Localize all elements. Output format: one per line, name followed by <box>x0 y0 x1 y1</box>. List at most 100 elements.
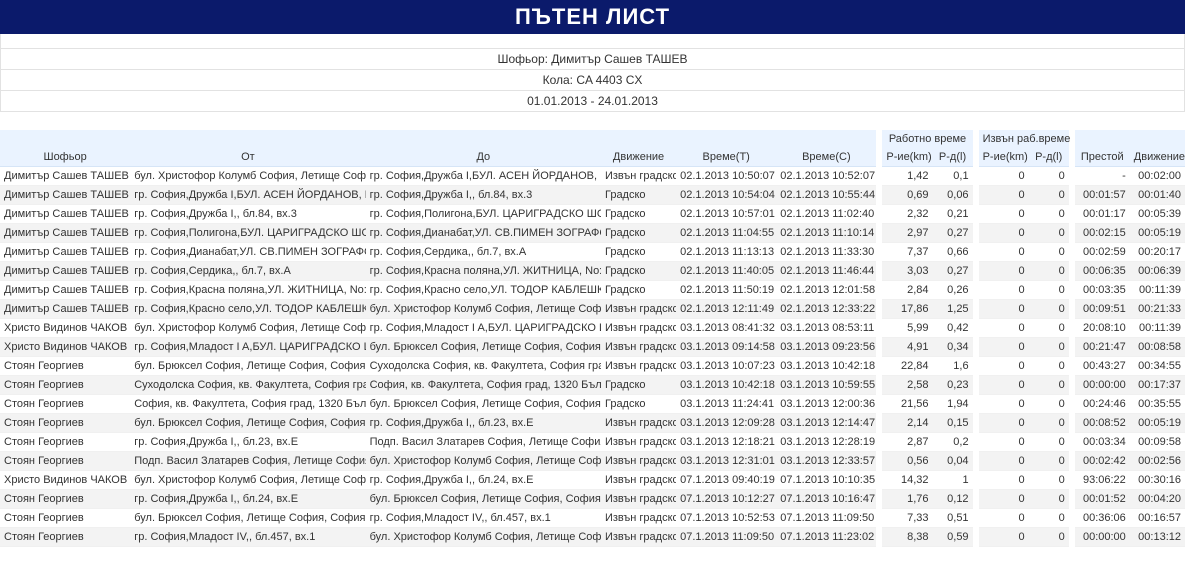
cell-ow-l: 0 <box>1029 224 1069 243</box>
cell-ow-km: 0 <box>979 376 1029 395</box>
cell-tc: 07.1.2013 10:16:47 <box>776 490 876 509</box>
cell-ow-km: 0 <box>979 224 1029 243</box>
cell-wk-l: 0,12 <box>933 490 973 509</box>
cell-mv: Извън градско <box>601 167 676 186</box>
table-row: Димитър Сашев ТАШЕВгр. София,Дианабат,УЛ… <box>0 243 1185 262</box>
cell-ow-km: 0 <box>979 414 1029 433</box>
cell-tt: 07.1.2013 10:52:53 <box>676 509 776 528</box>
cell-wk-km: 4,91 <box>882 338 932 357</box>
cell-ow-l: 0 <box>1029 414 1069 433</box>
table-row: Димитър Сашев ТАШЕВгр. София,Красно село… <box>0 300 1185 319</box>
cell-from: гр. София,Дружба I,, бл.24, вх.Е <box>130 490 365 509</box>
cell-md: 00:16:57 <box>1130 509 1185 528</box>
cell-driver: Димитър Сашев ТАШЕВ <box>0 167 130 186</box>
col-wk-km: Р-ие(km) <box>882 148 932 167</box>
cell-md: 00:17:37 <box>1130 376 1185 395</box>
cell-from: бул. Христофор Колумб София, Летище Софи… <box>130 471 365 490</box>
table-row: Христо Видинов ЧАКОВбул. Христофор Колум… <box>0 319 1185 338</box>
cell-idle: 00:00:00 <box>1075 528 1130 547</box>
cell-ow-km: 0 <box>979 319 1029 338</box>
cell-wk-l: 0,42 <box>933 319 973 338</box>
cell-ow-km: 0 <box>979 167 1029 186</box>
cell-wk-km: 2,87 <box>882 433 932 452</box>
cell-driver: Христо Видинов ЧАКОВ <box>0 471 130 490</box>
cell-wk-km: 14,32 <box>882 471 932 490</box>
cell-tc: 03.1.2013 10:42:18 <box>776 357 876 376</box>
cell-driver: Димитър Сашев ТАШЕВ <box>0 262 130 281</box>
col-from: От <box>130 148 365 167</box>
cell-md: 00:30:16 <box>1130 471 1185 490</box>
table-row: Стоян Георгиевбул. Брюксел София, Летище… <box>0 509 1185 528</box>
cell-wk-km: 0,56 <box>882 452 932 471</box>
cell-md: 00:11:39 <box>1130 281 1185 300</box>
col-from-top <box>130 130 365 148</box>
cell-tc: 02.1.2013 11:46:44 <box>776 262 876 281</box>
cell-tt: 02.1.2013 10:57:01 <box>676 205 776 224</box>
table-row: Стоян ГеоргиевСофия, кв. Факултета, Софи… <box>0 395 1185 414</box>
cell-tt: 02.1.2013 12:11:49 <box>676 300 776 319</box>
cell-driver: Стоян Георгиев <box>0 376 130 395</box>
cell-wk-l: 0,04 <box>933 452 973 471</box>
cell-tc: 03.1.2013 10:59:55 <box>776 376 876 395</box>
cell-tt: 03.1.2013 12:18:21 <box>676 433 776 452</box>
cell-mv: Извън градско <box>601 452 676 471</box>
cell-from: бул. Христофор Колумб София, Летище Софи… <box>130 319 365 338</box>
cell-md: 00:01:40 <box>1130 186 1185 205</box>
cell-ow-l: 0 <box>1029 262 1069 281</box>
cell-from: бул. Брюксел София, Летище София, София … <box>130 414 365 433</box>
cell-to: гр. София,Красно село,УЛ. ТОДОР КАБЛЕШКО… <box>366 281 601 300</box>
col-mov-dur: Движение <box>1130 148 1185 167</box>
cell-wk-km: 2,58 <box>882 376 932 395</box>
cell-wk-l: 0,06 <box>933 186 973 205</box>
cell-md: 00:13:12 <box>1130 528 1185 547</box>
cell-ow-l: 0 <box>1029 186 1069 205</box>
cell-ow-km: 0 <box>979 452 1029 471</box>
cell-driver: Димитър Сашев ТАШЕВ <box>0 186 130 205</box>
cell-ow-l: 0 <box>1029 205 1069 224</box>
page-title: ПЪТЕН ЛИСТ <box>0 0 1185 34</box>
col-time-c: Време(C) <box>776 148 876 167</box>
cell-ow-l: 0 <box>1029 509 1069 528</box>
cell-md: 00:11:39 <box>1130 319 1185 338</box>
table-row: Димитър Сашев ТАШЕВгр. София,Дружба I,, … <box>0 205 1185 224</box>
cell-wk-km: 2,32 <box>882 205 932 224</box>
cell-mv: Извън градско <box>601 490 676 509</box>
table-row: Стоян Георгиевбул. Брюксел София, Летище… <box>0 414 1185 433</box>
cell-from: бул. Христофор Колумб София, Летище Софи… <box>130 167 365 186</box>
cell-mv: Извън градско <box>601 357 676 376</box>
cell-ow-l: 0 <box>1029 243 1069 262</box>
cell-wk-l: 0,1 <box>933 167 973 186</box>
cell-md: 00:02:56 <box>1130 452 1185 471</box>
col-tt-top <box>676 130 776 148</box>
cell-wk-l: 0,2 <box>933 433 973 452</box>
cell-to: бул. Христофор Колумб София, Летище Софи… <box>366 300 601 319</box>
cell-wk-km: 17,86 <box>882 300 932 319</box>
cell-mv: Градско <box>601 186 676 205</box>
cell-driver: Стоян Георгиев <box>0 528 130 547</box>
cell-driver: Христо Видинов ЧАКОВ <box>0 338 130 357</box>
cell-tc: 07.1.2013 10:10:35 <box>776 471 876 490</box>
cell-mv: Извън градско <box>601 509 676 528</box>
cell-md: 00:02:00 <box>1130 167 1185 186</box>
driver-line: Шофьор: Димитър Сашев ТАШЕВ <box>0 49 1185 70</box>
cell-to: Подп. Васил Златарев София, Летище София… <box>366 433 601 452</box>
cell-to: бул. Христофор Колумб София, Летище Софи… <box>366 528 601 547</box>
cell-driver: Димитър Сашев ТАШЕВ <box>0 300 130 319</box>
spacer <box>0 34 1185 49</box>
cell-tt: 02.1.2013 10:54:04 <box>676 186 776 205</box>
cell-tt: 03.1.2013 10:07:23 <box>676 357 776 376</box>
cell-tt: 07.1.2013 11:09:50 <box>676 528 776 547</box>
cell-driver: Стоян Георгиев <box>0 509 130 528</box>
cell-mv: Градско <box>601 205 676 224</box>
cell-idle: 00:02:42 <box>1075 452 1130 471</box>
cell-ow-l: 0 <box>1029 300 1069 319</box>
cell-ow-km: 0 <box>979 357 1029 376</box>
cell-wk-km: 1,76 <box>882 490 932 509</box>
cell-idle: 00:00:00 <box>1075 376 1130 395</box>
cell-ow-km: 0 <box>979 433 1029 452</box>
cell-to: София, кв. Факултета, София град, 1320 Б… <box>366 376 601 395</box>
cell-ow-km: 0 <box>979 205 1029 224</box>
cell-ow-km: 0 <box>979 281 1029 300</box>
cell-ow-l: 0 <box>1029 433 1069 452</box>
cell-md: 00:21:33 <box>1130 300 1185 319</box>
